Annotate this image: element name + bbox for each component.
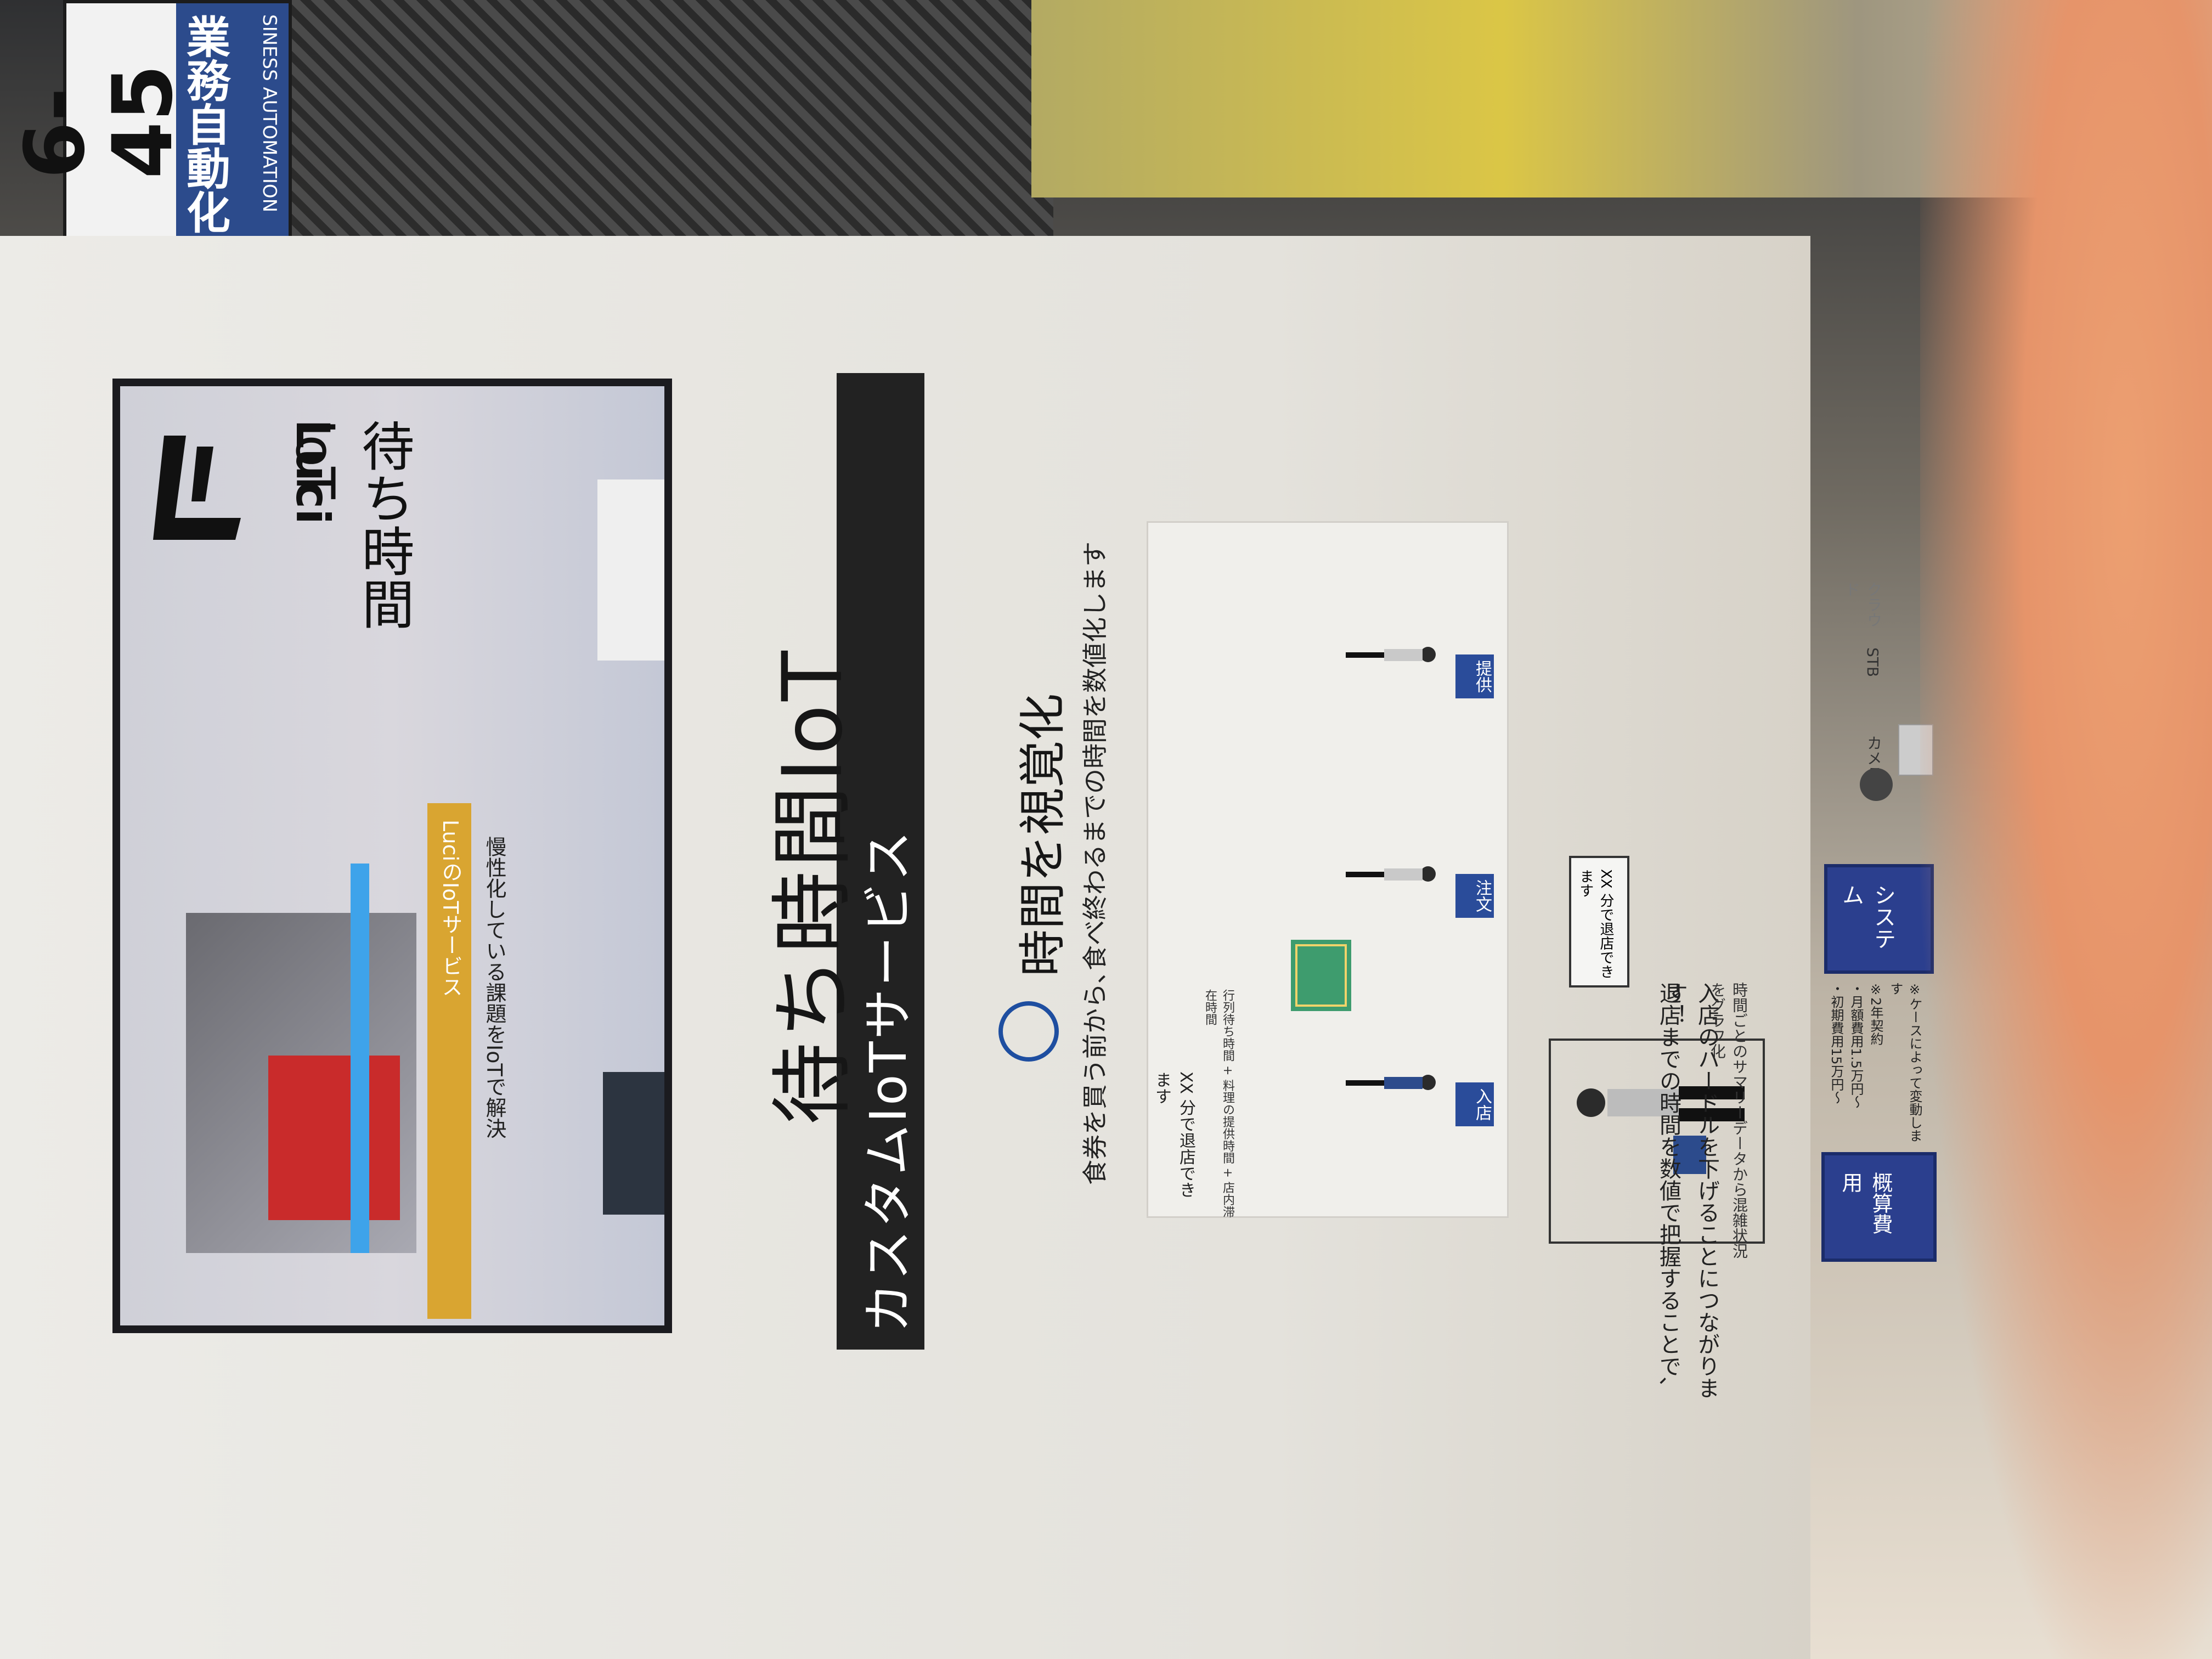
cost-label-box: 概算費用 [1821, 1152, 1937, 1262]
monitor-thumbnail [597, 479, 664, 661]
cost-line: ・月額費用1.5万円〜 [1848, 982, 1864, 1109]
leave-time-text: XX 分で退店できます [1577, 869, 1614, 979]
system-label: システム [1838, 884, 1895, 950]
camera-icon [1860, 768, 1893, 801]
stage-label: 注文 [1455, 874, 1494, 918]
customer-figure-icon [1346, 647, 1436, 662]
cost-line: ※2年契約 [1868, 982, 1883, 1046]
section-title: 時間を視覚化 [1015, 693, 1070, 977]
cost-line: ※ケースによって変動します [1888, 982, 1922, 1142]
monitor-photo [186, 913, 416, 1253]
stb-label: STB [1864, 647, 1882, 678]
section-description: 食券を買う前から､食べ終わるまでの時間を数値化します [1080, 541, 1110, 1185]
cloud-label: クラウド [1843, 582, 1883, 628]
explain-line-1: 退店までの時間を数値で把握することで､ [1656, 982, 1681, 1388]
booth-category-en: SINESS AUTOMATION [258, 14, 280, 213]
monitor-banner-text: LuciのIoTサービス [438, 820, 462, 997]
booth-number: 6-45 [8, 64, 191, 179]
booth-category-band: 業務自動化 SINESS AUTOMATION [176, 3, 289, 245]
cost-line: ・初期費用15万円〜 [1829, 982, 1844, 1104]
monitor-screen: Luci 待ち時間IoT LuciのIoTサービス 慢性化している課題をIoTで… [120, 386, 664, 1325]
monitor-thumbnail [603, 1072, 664, 1215]
stage-label: 提供 [1455, 654, 1494, 698]
monitor-lead-text: 慢性化している課題をIoTで解決 [482, 836, 506, 1139]
monitor-blue-strip [351, 864, 369, 1253]
monitor-banner: LuciのIoTサービス [427, 803, 471, 1319]
stage-label: 入店 [1455, 1082, 1494, 1126]
illustration-caption: XX 分で退店できます [1152, 1071, 1195, 1198]
leave-time-sign: XX 分で退店できます [1569, 856, 1629, 988]
monitor-product: 待ち時間IoT [284, 419, 414, 630]
customer-figure-icon [1346, 1075, 1436, 1090]
illustration-panel: XX 分で退店できます 行列待ち時間 + 料理の提供時間 + 店内滞在時間 入店… [1147, 521, 1509, 1218]
display-monitor: Luci 待ち時間IoT LuciのIoTサービス 慢性化している課題をIoTで… [112, 379, 672, 1333]
illustration-formula: 行列待ち時間 + 料理の提供時間 + 店内滞在時間 [1203, 989, 1234, 1218]
blurred-finger [1920, 0, 2212, 1659]
monitor-logo-text: Luci 待ち時間IoT [263, 419, 515, 630]
luci-logo-icon [153, 436, 241, 540]
booth-category-jp: 業務自動化 [179, 14, 230, 234]
ceiling-truss [285, 0, 1053, 241]
clock-icon [998, 1001, 1059, 1062]
cost-details: ・初期費用15万円〜 ・月額費用1.5万円〜 ※2年契約 ※ケースによって変動し… [1827, 982, 1922, 1147]
booth-number-sign: 6-45 業務自動化 SINESS AUTOMATION [8, 0, 292, 248]
menu-board-icon [1291, 940, 1351, 1011]
cost-label: 概算費用 [1838, 1172, 1893, 1234]
customer-figure-icon [1346, 866, 1436, 882]
explain-line-3: 時間ごとのサマリーデータから混雑状況をグラフ化 [1708, 982, 1748, 1259]
photo-scene: 6-45 業務自動化 SINESS AUTOMATION Luci 待ち時間Io… [0, 0, 2212, 1659]
poster-headline: 待ち時間IoT [765, 647, 861, 1125]
system-label-box: システム [1824, 864, 1934, 974]
